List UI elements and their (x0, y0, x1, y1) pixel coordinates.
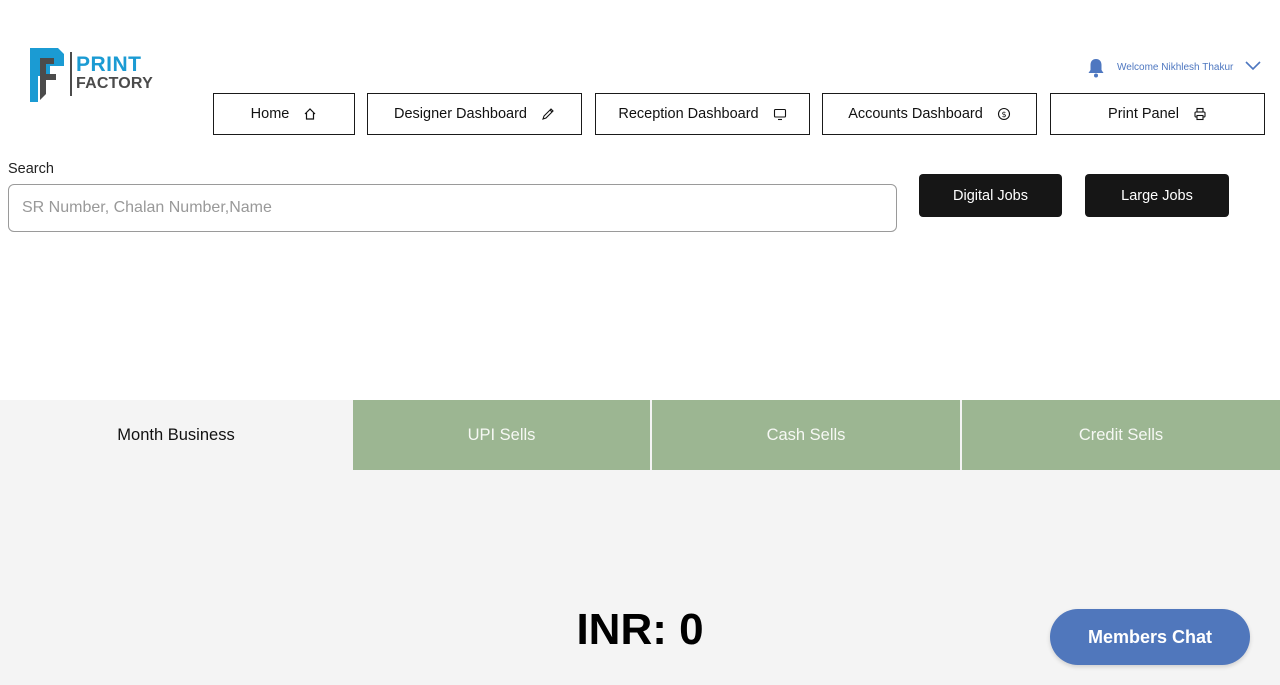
nav-reception-label: Reception Dashboard (618, 106, 759, 122)
nav-accounts-label: Accounts Dashboard (848, 106, 983, 122)
nav-print-panel-button[interactable]: Print Panel (1050, 93, 1265, 135)
tab-credit-sells[interactable]: Credit Sells (962, 400, 1280, 470)
dollar-icon: $ (997, 107, 1010, 121)
tab-cash-sells[interactable]: Cash Sells (652, 400, 960, 470)
printer-icon (1194, 107, 1206, 121)
large-jobs-button[interactable]: Large Jobs (1085, 174, 1229, 217)
nav-home-button[interactable]: Home (213, 93, 355, 135)
brand-line-2: FACTORY (76, 75, 153, 92)
tab-month-business[interactable]: Month Business (0, 400, 352, 470)
members-chat-button[interactable]: Members Chat (1050, 609, 1250, 665)
nav-accounts-dashboard-button[interactable]: Accounts Dashboard $ (822, 93, 1037, 135)
search-input[interactable] (8, 184, 897, 232)
home-icon (304, 108, 316, 120)
welcome-text: Welcome Nikhlesh Thakur (1117, 62, 1234, 73)
nav-print-panel-label: Print Panel (1108, 106, 1179, 122)
bell-icon[interactable] (1087, 58, 1105, 78)
nav-home-label: Home (250, 106, 290, 122)
search-label: Search (8, 161, 54, 177)
svg-text:$: $ (1001, 110, 1006, 119)
tab-upi-sells[interactable]: UPI Sells (353, 400, 650, 470)
chevron-down-icon[interactable] (1245, 61, 1261, 71)
nav-reception-dashboard-button[interactable]: Reception Dashboard (595, 93, 810, 135)
digital-jobs-button[interactable]: Digital Jobs (919, 174, 1062, 217)
nav-designer-dashboard-button[interactable]: Designer Dashboard (367, 93, 582, 135)
nav-designer-label: Designer Dashboard (394, 106, 527, 122)
page: PRINT FACTORY Welcome Nikhlesh Thakur Ho… (0, 0, 1280, 685)
brand-line-1: PRINT (76, 53, 142, 76)
pencil-icon (542, 108, 554, 120)
monitor-icon (773, 108, 786, 121)
